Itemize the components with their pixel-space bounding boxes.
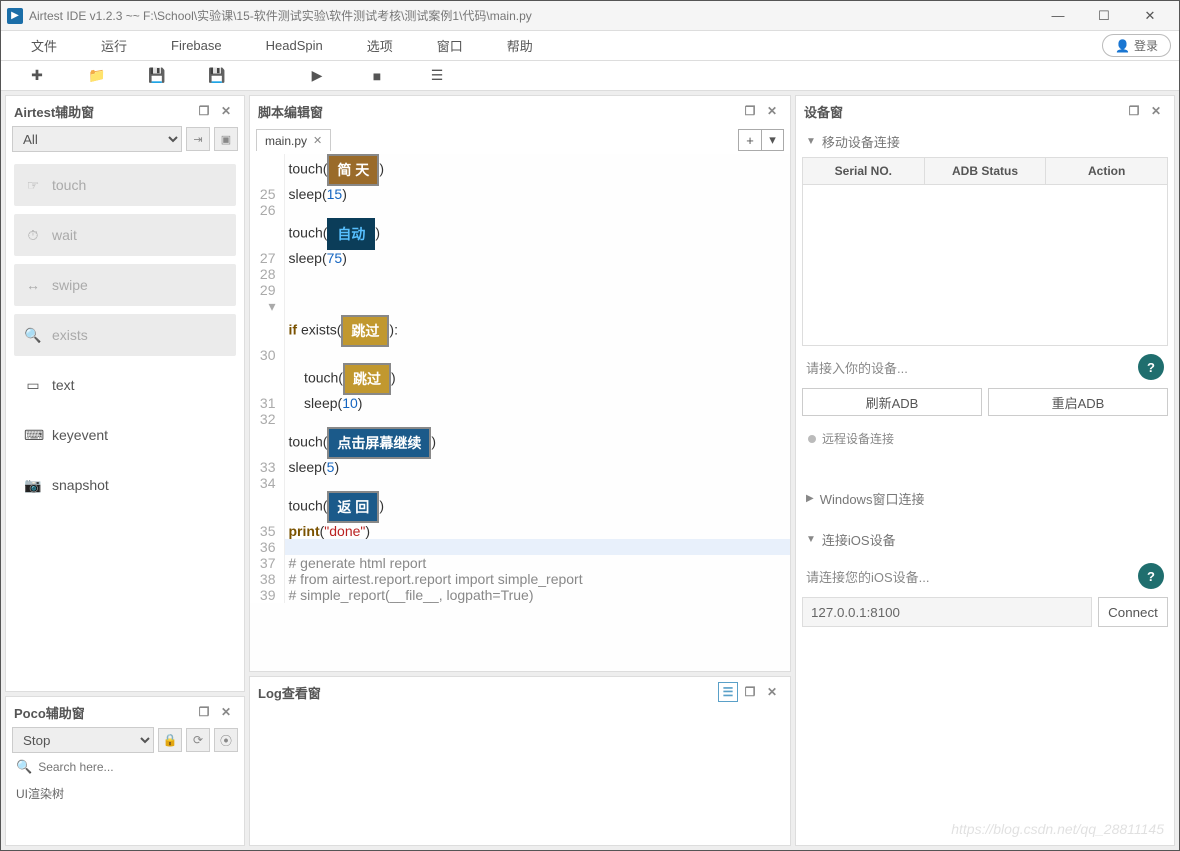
restart-adb-button[interactable]: 重启ADB [988, 388, 1168, 416]
tool-text[interactable]: ▭text [14, 364, 236, 406]
poco-refresh-button[interactable]: ⟳ [186, 728, 210, 752]
menu-help[interactable]: 帮助 [485, 31, 555, 61]
help-icon[interactable]: ? [1138, 563, 1164, 589]
user-icon: 👤 [1115, 39, 1130, 53]
poco-popout-icon[interactable]: ❐ [194, 702, 214, 722]
window-title: Airtest IDE v1.2.3 ~~ F:\School\实验课\15-软… [29, 7, 1035, 24]
tool-list: ☞touch ⏱wait ↔swipe 🔍exists ▭text ⌨keyevent 📷s… [6, 158, 244, 516]
th-action: Action [1046, 158, 1167, 184]
left-panel-title: Airtest辅助窗 [14, 102, 94, 121]
menu-window[interactable]: 窗口 [415, 31, 485, 61]
snapshot-icon: 📷 [24, 477, 42, 494]
panel-popout-icon[interactable]: ❐ [194, 101, 214, 121]
status-dot-icon [808, 435, 816, 443]
ios-connect-button[interactable]: Connect [1098, 597, 1168, 627]
tool-exists[interactable]: 🔍exists [14, 314, 236, 356]
close-button[interactable]: ✕ [1127, 1, 1173, 31]
menu-file[interactable]: 文件 [9, 31, 79, 61]
filter-btn-a[interactable]: ⇥ [186, 127, 210, 151]
report-button[interactable]: ☰ [407, 61, 467, 91]
tool-filter-select[interactable]: All [12, 126, 182, 152]
code-editor[interactable]: touch(简 天)25sleep(15)26 touch(自动)27sleep… [250, 154, 790, 671]
run-button[interactable]: ▶ [287, 61, 347, 91]
tab-close-icon[interactable]: ✕ [313, 134, 322, 147]
th-adb: ADB Status [925, 158, 1047, 184]
poco-close-icon[interactable]: ✕ [216, 702, 236, 722]
maximize-button[interactable]: ☐ [1081, 1, 1127, 31]
watermark: https://blog.csdn.net/qq_28811145 [951, 821, 1164, 837]
section-mobile[interactable]: ▼ 移动设备连接 [796, 126, 1174, 157]
filter-btn-b[interactable]: ▣ [214, 127, 238, 151]
menu-firebase[interactable]: Firebase [149, 31, 244, 61]
chevron-right-icon: ▶ [806, 493, 814, 504]
log-filter-icon[interactable]: ☰ [718, 682, 738, 702]
wait-icon: ⏱ [24, 227, 42, 244]
touch-icon: ☞ [24, 177, 42, 194]
tool-wait[interactable]: ⏱wait [14, 214, 236, 256]
th-serial: Serial NO. [803, 158, 925, 184]
panel-close-icon[interactable]: ✕ [216, 101, 236, 121]
ios-hint: 请连接您的iOS设备... [806, 567, 930, 586]
menu-headspin[interactable]: HeadSpin [244, 31, 345, 61]
menubar: 文件 运行 Firebase HeadSpin 选项 窗口 帮助 👤 登录 [1, 31, 1179, 61]
poco-mode-select[interactable]: Stop [12, 727, 154, 753]
text-icon: ▭ [24, 377, 42, 394]
swipe-icon: ↔ [24, 277, 42, 293]
chevron-down-icon: ▼ [806, 136, 816, 147]
tool-snapshot[interactable]: 📷snapshot [14, 464, 236, 506]
titlebar: ▶ Airtest IDE v1.2.3 ~~ F:\School\实验课\15… [1, 1, 1179, 31]
device-close-icon[interactable]: ✕ [1146, 101, 1166, 121]
log-panel-title: Log查看窗 [258, 683, 321, 702]
toolbar: ✚ 📁 💾 💾 ▶ ■ ☰ [1, 61, 1179, 91]
poco-search-input[interactable] [38, 760, 234, 774]
menu-run[interactable]: 运行 [79, 31, 149, 61]
poco-lock-button[interactable]: 🔒 [158, 728, 182, 752]
stop-button[interactable]: ■ [347, 61, 407, 91]
help-icon[interactable]: ? [1138, 354, 1164, 380]
section-ios[interactable]: ▼ 连接iOS设备 [796, 524, 1174, 555]
search-icon: 🔍 [16, 759, 32, 775]
editor-popout-icon[interactable]: ❐ [740, 101, 760, 121]
save-all-button[interactable]: 💾 [187, 61, 247, 91]
file-tab-main[interactable]: main.py ✕ [256, 129, 331, 151]
log-popout-icon[interactable]: ❐ [740, 682, 760, 702]
menu-options[interactable]: 选项 [345, 31, 415, 61]
device-popout-icon[interactable]: ❐ [1124, 101, 1144, 121]
device-table: Serial NO. ADB Status Action [802, 157, 1168, 346]
device-hint: 请接入你的设备... [806, 358, 908, 377]
new-button[interactable]: ✚ [7, 61, 67, 91]
editor-close-icon[interactable]: ✕ [762, 101, 782, 121]
keyevent-icon: ⌨ [24, 427, 42, 444]
tab-dropdown-button[interactable]: ▾ [762, 129, 784, 151]
open-button[interactable]: 📁 [67, 61, 127, 91]
poco-record-button[interactable]: ⦿ [214, 728, 238, 752]
minimize-button[interactable]: — [1035, 1, 1081, 31]
tool-swipe[interactable]: ↔swipe [14, 264, 236, 306]
login-button[interactable]: 👤 登录 [1102, 34, 1171, 57]
editor-panel-title: 脚本编辑窗 [258, 102, 323, 121]
chevron-down-icon: ▼ [806, 534, 816, 545]
ios-address-input[interactable] [802, 597, 1092, 627]
app-icon: ▶ [7, 8, 23, 24]
save-button[interactable]: 💾 [127, 61, 187, 91]
exists-icon: 🔍 [24, 327, 42, 344]
poco-panel-title: Poco辅助窗 [14, 703, 85, 722]
remote-status[interactable]: 远程设备连接 [796, 424, 1174, 453]
tool-touch[interactable]: ☞touch [14, 164, 236, 206]
log-body [250, 707, 790, 845]
refresh-adb-button[interactable]: 刷新ADB [802, 388, 982, 416]
device-panel-title: 设备窗 [804, 102, 843, 121]
log-close-icon[interactable]: ✕ [762, 682, 782, 702]
section-windows[interactable]: ▶ Windows窗口连接 [796, 483, 1174, 514]
ui-tree-label: UI渲染树 [6, 781, 244, 806]
tool-keyevent[interactable]: ⌨keyevent [14, 414, 236, 456]
new-tab-button[interactable]: + [738, 129, 762, 151]
